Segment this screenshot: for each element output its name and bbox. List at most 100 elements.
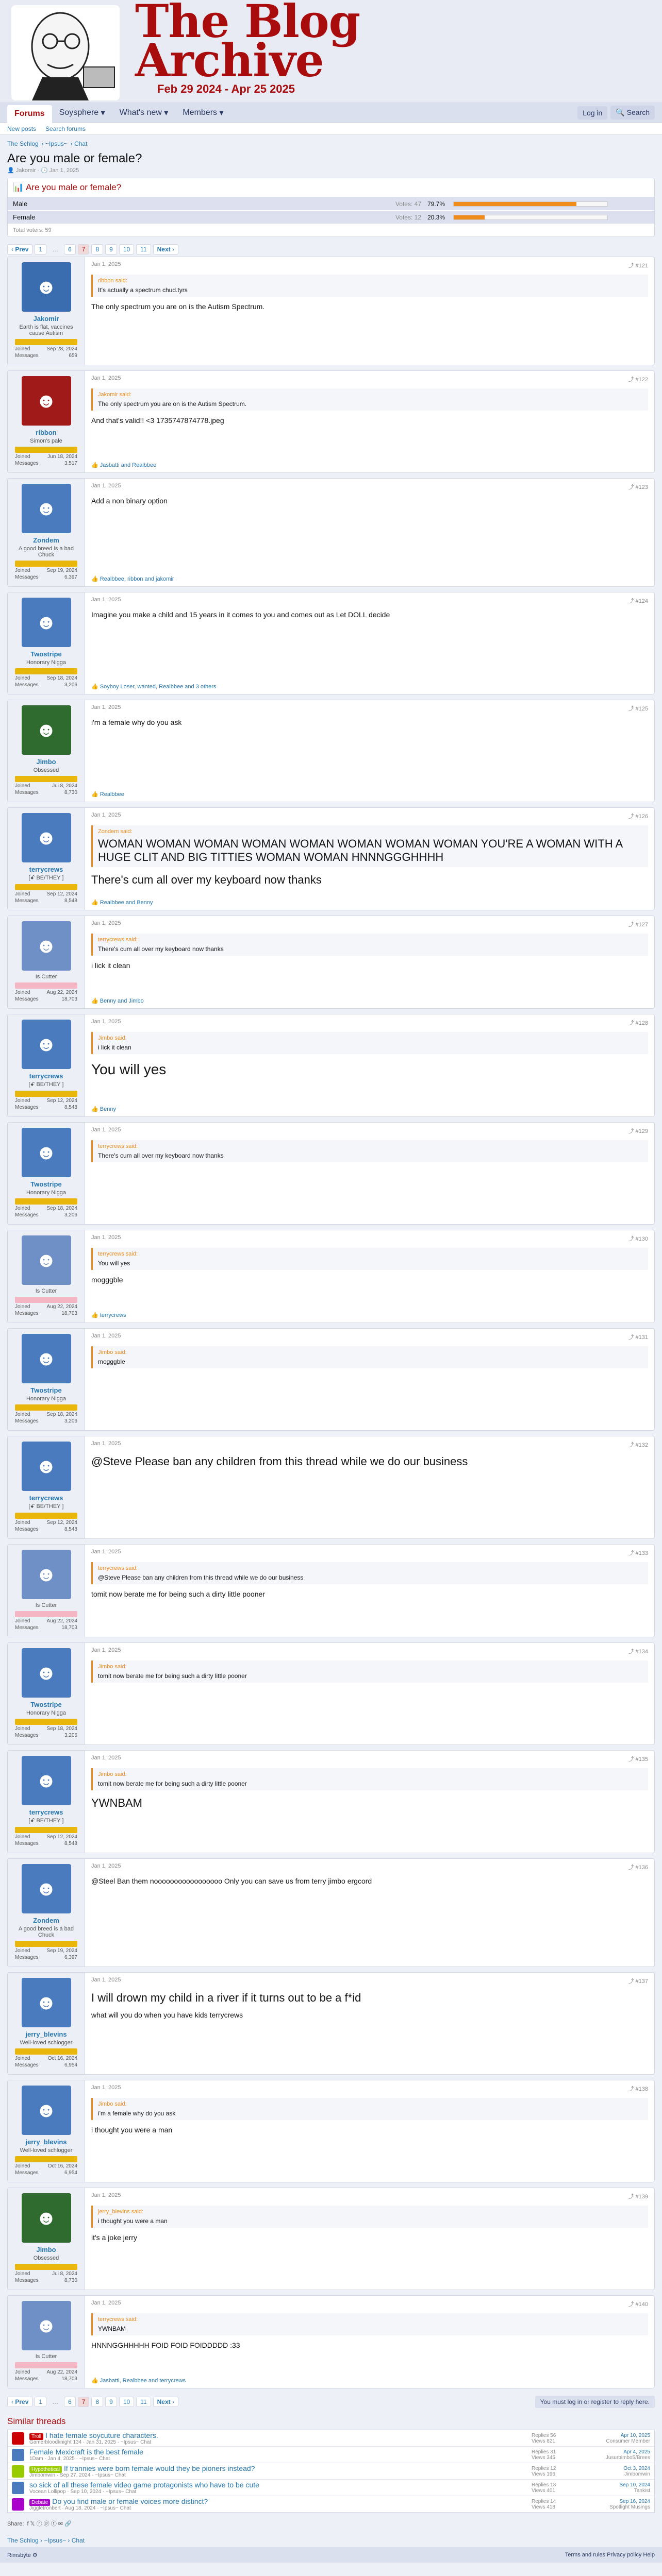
post-number[interactable]: ⤴ #129 [628,1127,648,1135]
username[interactable]: terrycrews [12,1808,80,1816]
style-chooser[interactable]: Rimsbyte ⚙ [7,2552,38,2558]
nav-forums[interactable]: Forums [7,105,52,123]
post-number[interactable]: ⤴ #138 [628,2084,648,2093]
post-date[interactable]: Jan 1, 2025 [91,920,121,928]
quote-author[interactable]: Jimbo said: [98,1664,643,1670]
avatar[interactable]: ☻ [21,262,71,312]
breadcrumb-item[interactable]: Chat [74,140,87,147]
post-date[interactable]: Jan 1, 2025 [91,2192,121,2200]
post-number[interactable]: ⤴ #130 [628,1234,648,1243]
nav-whats-new[interactable]: What's new ▾ [112,103,176,123]
search-forums-link[interactable]: Search forums [45,125,86,132]
quote-author[interactable]: Jimbo said: [98,1771,643,1777]
post-number[interactable]: ⤴ #139 [628,2192,648,2200]
quote-author[interactable]: terrycrews said: [98,1565,643,1571]
avatar[interactable]: ☻ [21,1756,71,1805]
page-link[interactable]: 11 [136,2397,151,2407]
avatar[interactable] [12,2448,24,2461]
reactions[interactable]: 👍 Benny [91,1104,648,1112]
wojak-logo[interactable] [11,5,120,100]
username[interactable]: jerry_blevins [12,2138,80,2146]
avatar[interactable] [12,2432,24,2445]
similar-thread-last-post[interactable]: Sep 16, 2024 Spotlight Musings [588,2499,650,2510]
page-link[interactable]: 11 [136,244,151,255]
next-page[interactable]: Next › [153,2397,178,2407]
avatar[interactable]: ☻ [21,705,71,755]
avatar[interactable]: ☻ [21,1020,71,1069]
username[interactable]: terrycrews [12,1494,80,1502]
avatar[interactable]: ☻ [21,813,71,862]
post-number[interactable]: ⤴ #123 [628,483,648,491]
post-number[interactable]: ⤴ #128 [628,1019,648,1027]
new-posts-link[interactable]: New posts [7,125,36,132]
quote-author[interactable]: Jimbo said: [98,1349,643,1355]
post-number[interactable]: ⤴ #135 [628,1755,648,1763]
username[interactable]: terrycrews [12,866,80,873]
quote-author[interactable]: Jimbo said: [98,1035,643,1041]
page-link[interactable]: 9 [105,2397,117,2407]
reactions[interactable]: 👍 Jasbatti and Realbbee [91,460,648,468]
avatar[interactable] [12,2465,24,2478]
avatar[interactable]: ☻ [21,598,71,647]
avatar[interactable]: ☻ [21,2301,71,2350]
page-link[interactable]: 10 [119,2397,135,2407]
post-number[interactable]: ⤴ #121 [628,261,648,269]
avatar[interactable] [12,2498,24,2511]
post-number[interactable]: ⤴ #132 [628,1440,648,1449]
breadcrumb-item[interactable]: ~Ipsus~ [45,140,68,147]
avatar[interactable] [12,2481,24,2494]
post-date[interactable]: Jan 1, 2025 [91,597,121,605]
post-number[interactable]: ⤴ #126 [628,812,648,820]
footer-links[interactable]: Terms and rules Privacy policy Help [565,2552,655,2558]
reactions[interactable]: 👍 Realbbee, ribbon and jakomir [91,573,648,582]
avatar[interactable]: ☻ [21,1235,71,1285]
post-number[interactable]: ⤴ #136 [628,1863,648,1871]
post-date[interactable]: Jan 1, 2025 [91,1127,121,1135]
avatar[interactable]: ☻ [21,2193,71,2243]
username[interactable]: Jimbo [12,2246,80,2253]
quote-author[interactable]: terrycrews said: [98,1251,643,1257]
post-date[interactable]: Jan 1, 2025 [91,1549,121,1557]
next-page[interactable]: Next › [153,244,178,255]
breadcrumb-item[interactable]: ~Ipsus~ [44,2537,66,2544]
nav-soyosphere[interactable]: Soysphere ▾ [52,103,112,123]
avatar[interactable]: ☻ [21,1128,71,1177]
post-number[interactable]: ⤴ #124 [628,597,648,605]
similar-thread-title[interactable]: Troll I hate female soycuture characters. [29,2431,532,2440]
username[interactable]: Twostripe [12,1180,80,1188]
username[interactable]: Jimbo [12,758,80,766]
post-date[interactable]: Jan 1, 2025 [91,483,121,491]
page-link[interactable]: 8 [91,244,104,255]
page-link[interactable]: 6 [64,244,76,255]
username[interactable]: Zondem [12,536,80,544]
quote-author[interactable]: ribbon said: [98,278,643,284]
username[interactable]: jerry_blevins [12,2030,80,2038]
username[interactable]: Jakomir [12,315,80,323]
quote-author[interactable]: terrycrews said: [98,2316,643,2323]
page-link[interactable]: 1 [35,2397,47,2407]
username[interactable]: Twostripe [12,1386,80,1394]
post-date[interactable]: Jan 1, 2025 [91,2300,121,2308]
post-date[interactable]: Jan 1, 2025 [91,812,121,820]
similar-thread-row[interactable]: Female Mexicraft is the best female 1Dam … [8,2447,654,2463]
avatar[interactable]: ☻ [21,376,71,426]
similar-thread-title[interactable]: Female Mexicraft is the best female [29,2448,532,2456]
page-link-current[interactable]: 7 [77,244,90,255]
reactions[interactable]: 👍 terrycrews [91,1310,648,1318]
register-notice[interactable]: You must log in or register to reply her… [535,2396,655,2408]
similar-thread-row[interactable]: so sick of all these female video game p… [8,2480,654,2496]
similar-thread-last-post[interactable]: Apr 10, 2025 Consumer Member [588,2433,650,2444]
post-date[interactable]: Jan 1, 2025 [91,1234,121,1243]
breadcrumb-item[interactable]: Chat [72,2537,85,2544]
username[interactable]: Twostripe [12,1701,80,1708]
share-icons[interactable]: f 𝕏 ⓡ ⓟ ⓣ ✉ 🔗 [27,2521,72,2527]
post-date[interactable]: Jan 1, 2025 [91,1977,121,1985]
post-date[interactable]: Jan 1, 2025 [91,261,121,269]
avatar[interactable]: ☻ [21,1550,71,1599]
avatar[interactable]: ☻ [21,921,71,971]
reactions[interactable]: 👍 Realbbee [91,789,648,798]
reactions[interactable]: 👍 Benny and Jimbo [91,995,648,1004]
username[interactable]: Twostripe [12,650,80,658]
login-button[interactable]: Log in [577,106,608,120]
avatar[interactable]: ☻ [21,1442,71,1491]
